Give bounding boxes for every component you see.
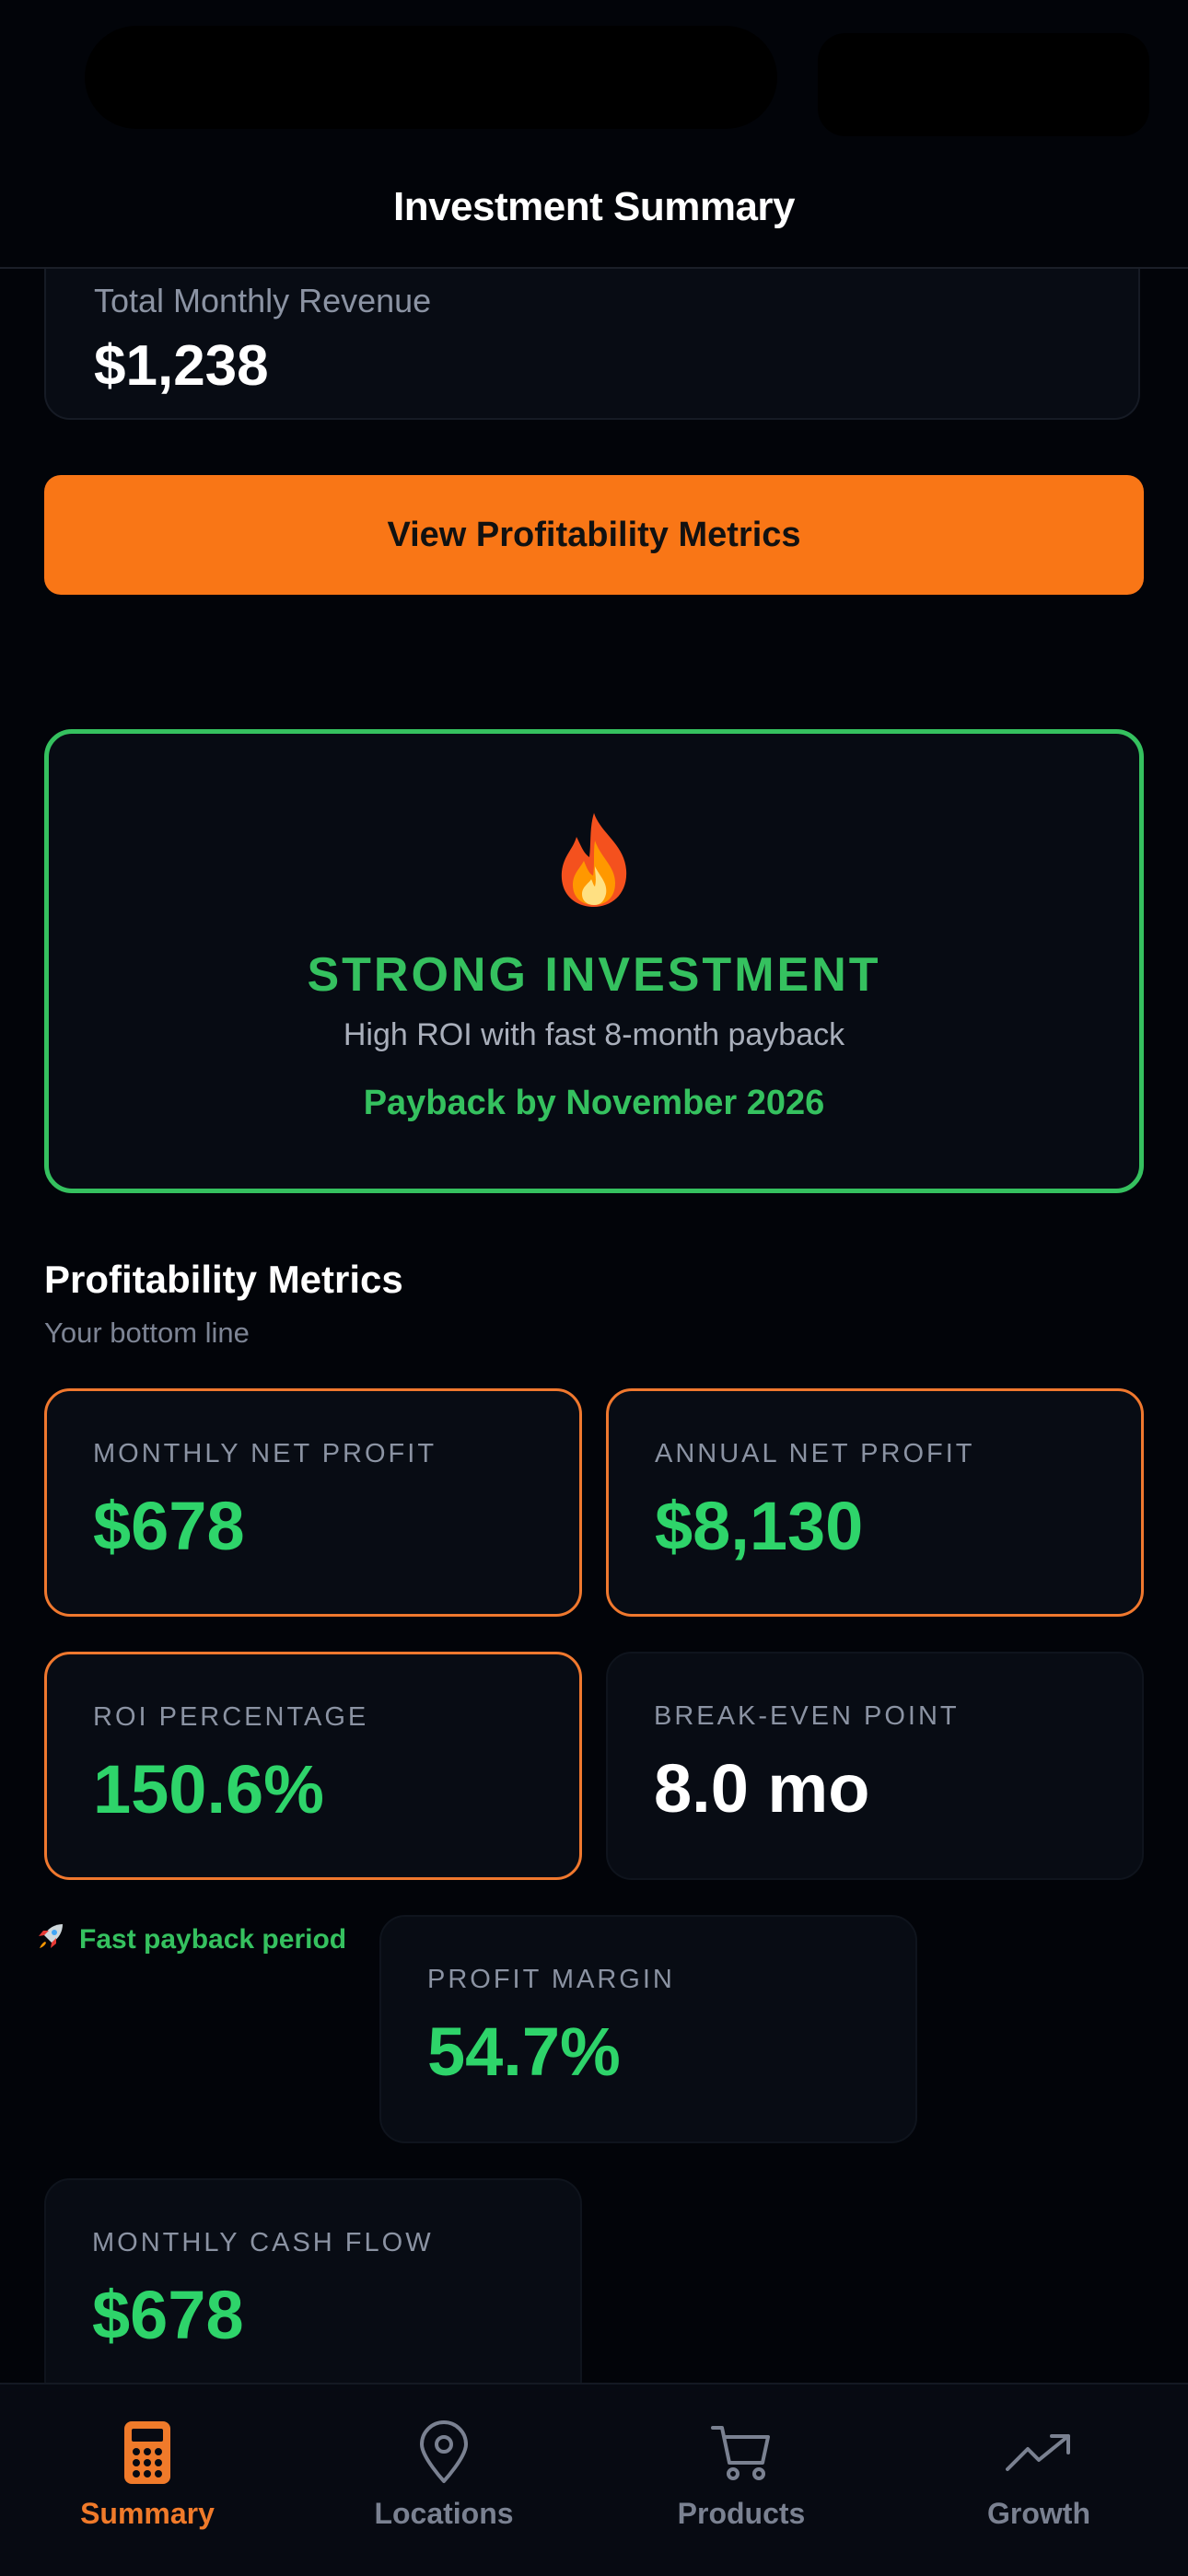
tab-growth[interactable]: Growth	[919, 2419, 1159, 2531]
metric-value: $678	[92, 2277, 244, 2353]
revenue-value: $1,238	[94, 334, 269, 398]
metric-value: $678	[93, 1488, 245, 1564]
map-pin-icon	[324, 2419, 564, 2486]
tab-bar: Summary Locations Products Growth	[0, 2383, 1188, 2576]
metric-value: 150.6%	[93, 1751, 324, 1828]
metric-card-profit-margin: PROFIT MARGIN 54.7%	[379, 1915, 917, 2143]
metric-label: ANNUAL NET PROFIT	[655, 1439, 975, 1468]
trend-up-icon	[919, 2419, 1159, 2486]
fast-payback-label: Fast payback period	[79, 1924, 347, 1955]
navigation-bar: Investment Summary	[0, 147, 1188, 269]
page-title: Investment Summary	[392, 184, 796, 229]
metric-label: ROI PERCENTAGE	[93, 1702, 369, 1732]
metric-label: BREAK-EVEN POINT	[654, 1701, 960, 1731]
section-subtitle: Your bottom line	[44, 1317, 250, 1349]
status-bar	[0, 0, 1188, 147]
revenue-label: Total Monthly Revenue	[94, 282, 432, 319]
metric-value: 8.0 mo	[654, 1750, 870, 1827]
metric-value: $8,130	[655, 1488, 864, 1564]
metric-card-monthly-net-profit: MONTHLY NET PROFIT $678	[44, 1388, 582, 1617]
section-title: Profitability Metrics	[44, 1258, 403, 1301]
metric-label: MONTHLY NET PROFIT	[93, 1439, 437, 1468]
rocket-icon	[35, 1920, 66, 1959]
metric-value: 54.7%	[427, 2013, 621, 2090]
tab-label: Locations	[374, 2497, 514, 2530]
cart-icon	[622, 2419, 861, 2486]
revenue-card: Total Monthly Revenue $1,238	[44, 267, 1140, 420]
investment-verdict-card: STRONG INVESTMENT High ROI with fast 8-m…	[44, 729, 1144, 1193]
verdict-subtitle: High ROI with fast 8-month payback	[343, 1017, 845, 1052]
metric-card-break-even-point: BREAK-EVEN POINT 8.0 mo	[606, 1652, 1144, 1880]
metric-label: PROFIT MARGIN	[427, 1965, 675, 1994]
fire-icon	[49, 809, 1139, 909]
tab-label: Growth	[987, 2497, 1090, 2530]
tab-label: Products	[677, 2497, 806, 2530]
tab-products[interactable]: Products	[622, 2419, 861, 2531]
scroll-content[interactable]: Total Monthly Revenue $1,238 View Profit…	[0, 267, 1188, 2385]
view-profitability-metrics-button[interactable]: View Profitability Metrics	[44, 475, 1144, 595]
redacted-area	[85, 26, 777, 129]
metric-card-roi-percentage: ROI PERCENTAGE 150.6%	[44, 1652, 582, 1880]
tab-summary[interactable]: Summary	[28, 2419, 267, 2531]
tab-locations[interactable]: Locations	[324, 2419, 564, 2531]
metric-label: MONTHLY CASH FLOW	[92, 2228, 434, 2257]
metric-card-annual-net-profit: ANNUAL NET PROFIT $8,130	[606, 1388, 1144, 1617]
calculator-icon	[28, 2419, 267, 2486]
tab-label: Summary	[80, 2497, 215, 2530]
verdict-title: STRONG INVESTMENT	[307, 948, 881, 1002]
metric-card-monthly-cash-flow: MONTHLY CASH FLOW $678	[44, 2178, 582, 2385]
fast-payback-note: Fast payback period	[35, 1920, 346, 1959]
payback-date: Payback by November 2026	[363, 1084, 825, 1122]
redacted-area	[818, 33, 1149, 136]
